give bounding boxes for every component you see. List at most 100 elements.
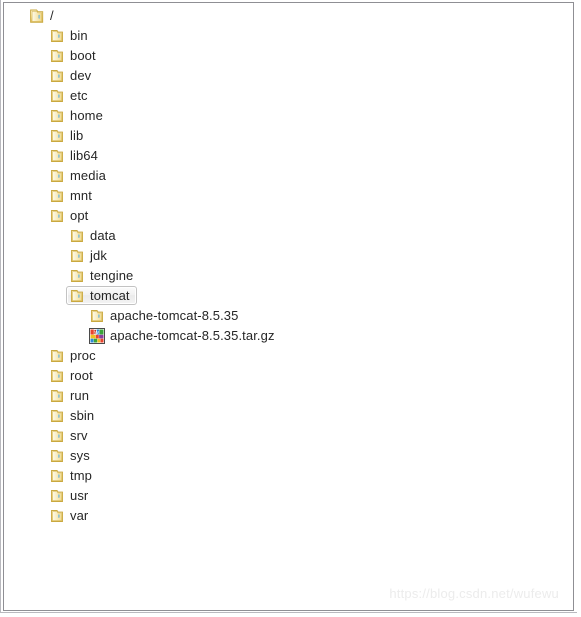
tree-node-content[interactable]: root	[46, 366, 100, 385]
folder-icon	[89, 308, 105, 324]
folder-icon	[49, 168, 65, 184]
tree-node-content[interactable]: apache-tomcat-8.5.35	[86, 306, 245, 325]
tree-node-label: mnt	[70, 187, 92, 203]
tree-node-label: apache-tomcat-8.5.35	[110, 307, 239, 323]
tree-node-label: sys	[70, 447, 90, 463]
folder-icon	[69, 288, 85, 304]
tree-node-usr[interactable]: usr	[4, 486, 573, 506]
tree-node-content[interactable]: boot	[46, 46, 103, 65]
tree-node-data[interactable]: data	[4, 226, 573, 246]
tree-node-content[interactable]: bin	[46, 26, 95, 45]
folder-icon	[49, 88, 65, 104]
tree-node-tmp[interactable]: tmp	[4, 466, 573, 486]
folder-icon	[49, 468, 65, 484]
tree-node-content[interactable]: jdk	[66, 246, 114, 265]
tree-node-label: srv	[70, 427, 88, 443]
tree-node-lib[interactable]: lib	[4, 126, 573, 146]
tree-node-boot[interactable]: boot	[4, 46, 573, 66]
tree-node-label: proc	[70, 347, 96, 363]
folder-icon	[69, 268, 85, 284]
tree-node-label: home	[70, 107, 103, 123]
tree-node-content[interactable]: lib	[46, 126, 90, 145]
folder-icon	[49, 408, 65, 424]
tree-node-root[interactable]: root	[4, 366, 573, 386]
folder-icon	[49, 508, 65, 524]
tree-node-srv[interactable]: srv	[4, 426, 573, 446]
tree-node-content[interactable]: lib64	[46, 146, 105, 165]
tree-node-jdk[interactable]: jdk	[4, 246, 573, 266]
tree-node-content[interactable]: tmp	[46, 466, 99, 485]
tree-node-content[interactable]: sys	[46, 446, 97, 465]
folder-icon	[49, 388, 65, 404]
tree-node-etc[interactable]: etc	[4, 86, 573, 106]
tree-node-sys[interactable]: sys	[4, 446, 573, 466]
folder-icon	[49, 348, 65, 364]
file-tree-screenshot: / bin boot dev etc home lib lib64 media …	[0, 0, 581, 617]
tree-node-content[interactable]: home	[46, 106, 110, 125]
tree-node-label: apache-tomcat-8.5.35.tar.gz	[110, 327, 275, 343]
folder-icon	[49, 368, 65, 384]
folder-icon	[49, 428, 65, 444]
tree-node-lib64[interactable]: lib64	[4, 146, 573, 166]
tree-node-content[interactable]: dev	[46, 66, 98, 85]
tree-node-content[interactable]: mnt	[46, 186, 99, 205]
tree-node-apache-tomcat-8.5.35[interactable]: apache-tomcat-8.5.35	[4, 306, 573, 326]
tree-node-content[interactable]: tengine	[66, 266, 140, 285]
folder-icon	[49, 208, 65, 224]
folder-icon	[69, 228, 85, 244]
tree-node-home[interactable]: home	[4, 106, 573, 126]
file-tree-panel: / bin boot dev etc home lib lib64 media …	[3, 2, 574, 611]
tree-node-content[interactable]: sbin	[46, 406, 101, 425]
panel-outer-edge-left	[0, 0, 1, 613]
tree-node-content[interactable]: media	[46, 166, 113, 185]
tree-node-apache-tomcat-8.5.35.tar.gz[interactable]: W apache-tomcat-8.5.35.tar.gz	[4, 326, 573, 346]
folder-icon	[49, 488, 65, 504]
tree-node-label: tmp	[70, 467, 92, 483]
tree-node-content[interactable]: data	[66, 226, 123, 245]
tree-node-label: run	[70, 387, 90, 403]
tree-node-tengine[interactable]: tengine	[4, 266, 573, 286]
tree-node-opt[interactable]: opt	[4, 206, 573, 226]
tree-node-content[interactable]: opt	[46, 206, 95, 225]
tree-node-content[interactable]: W apache-tomcat-8.5.35.tar.gz	[86, 326, 282, 345]
tree-node-var[interactable]: var	[4, 506, 573, 526]
tree-node-dev[interactable]: dev	[4, 66, 573, 86]
tree-node-label: root	[70, 367, 93, 383]
folder-open-icon	[29, 8, 45, 24]
tree-node-label: tengine	[90, 267, 134, 283]
tree-node-label: media	[70, 167, 106, 183]
tree-node-run[interactable]: run	[4, 386, 573, 406]
tree-node-label: dev	[70, 67, 92, 83]
tree-node-label: sbin	[70, 407, 95, 423]
tree-node-label: opt	[70, 207, 89, 223]
tree-node-mnt[interactable]: mnt	[4, 186, 573, 206]
folder-icon	[49, 28, 65, 44]
tree-node-label: lib64	[70, 147, 98, 163]
tree-node-content[interactable]: etc	[46, 86, 95, 105]
tree-node-content[interactable]: /	[26, 6, 61, 25]
panel-outer-edge-bottom	[0, 612, 577, 613]
tree-node-[interactable]: /	[4, 6, 573, 26]
tree-node-tomcat[interactable]: tomcat	[4, 286, 573, 306]
tree-node-proc[interactable]: proc	[4, 346, 573, 366]
tree-node-content[interactable]: srv	[46, 426, 95, 445]
tree-node-sbin[interactable]: sbin	[4, 406, 573, 426]
directory-tree[interactable]: / bin boot dev etc home lib lib64 media …	[4, 3, 573, 526]
tree-node-label: etc	[70, 87, 88, 103]
tree-node-media[interactable]: media	[4, 166, 573, 186]
folder-icon	[49, 128, 65, 144]
folder-icon	[49, 148, 65, 164]
tree-node-content[interactable]: usr	[46, 486, 95, 505]
tree-node-content[interactable]: run	[46, 386, 96, 405]
folder-icon	[49, 68, 65, 84]
tree-node-label: lib	[70, 127, 84, 143]
tree-node-label: tomcat	[90, 287, 130, 303]
tree-node-bin[interactable]: bin	[4, 26, 573, 46]
tree-node-content[interactable]: tomcat	[66, 286, 137, 305]
folder-icon	[49, 108, 65, 124]
archive-winrar-icon: W	[89, 327, 105, 344]
tree-node-label: usr	[70, 487, 89, 503]
tree-node-content[interactable]: proc	[46, 346, 103, 365]
folder-icon	[49, 188, 65, 204]
tree-node-content[interactable]: var	[46, 506, 95, 525]
